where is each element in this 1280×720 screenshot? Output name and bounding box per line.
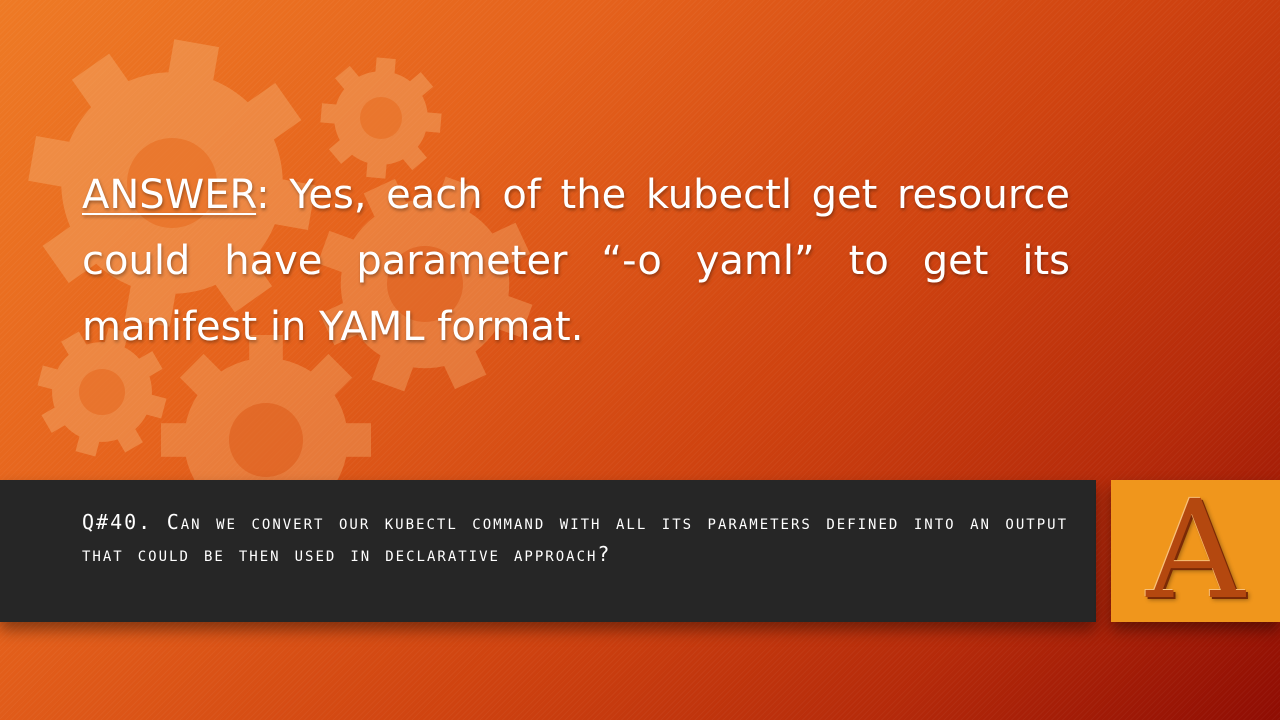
answer-badge: A (1111, 480, 1280, 622)
badge-letter: A (1146, 472, 1245, 630)
question-bar: Q#40. Can we convert our kubectl command… (0, 480, 1096, 622)
answer-label: ANSWER (82, 172, 257, 218)
question-text: Q#40. Can we convert our kubectl command… (82, 510, 1068, 566)
slide: ANSWER: Yes, each of the kubectl get res… (0, 0, 1280, 720)
answer-text: ANSWER: Yes, each of the kubectl get res… (82, 162, 1070, 360)
